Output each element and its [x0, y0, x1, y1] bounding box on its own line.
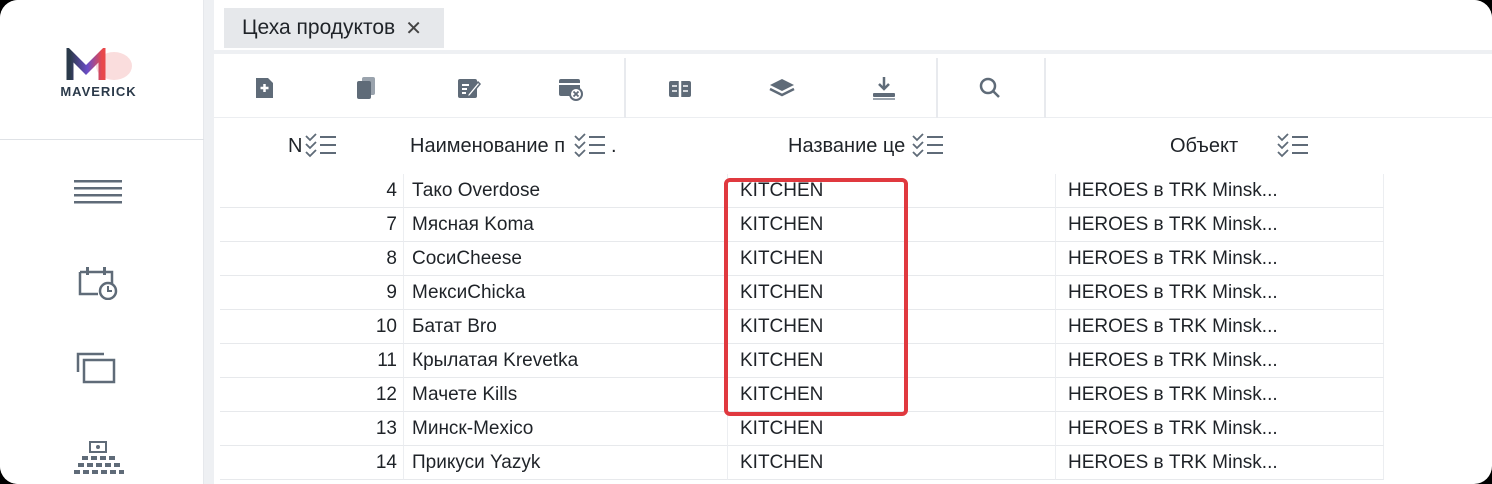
cell-name: Мясная Koma — [404, 208, 728, 242]
table-row[interactable]: 9 МексиChicka KITCHEN HEROES в TRK Minsk… — [214, 276, 1492, 310]
cell-object: HEROES в TRK Minsk... — [1056, 446, 1384, 480]
table-row[interactable]: 4 Тако Overdose KITCHEN HEROES в TRK Min… — [214, 174, 1492, 208]
cell-n: 4 — [220, 174, 404, 208]
import-icon — [873, 77, 895, 100]
cell-name: Минск-Mexico — [404, 412, 728, 446]
grid-header: N Наименование п . Название це Объект — [214, 118, 1492, 174]
copy-icon — [357, 77, 375, 99]
cell-shop: KITCHEN — [728, 276, 1056, 310]
filter-icon[interactable] — [302, 131, 340, 161]
toolbar-separator — [936, 58, 938, 118]
cell-n: 13 — [220, 412, 404, 446]
cell-object: HEROES в TRK Minsk... — [1056, 174, 1384, 208]
search-button[interactable] — [970, 68, 1010, 108]
column-label: N — [288, 134, 303, 157]
close-icon[interactable]: ✕ — [405, 16, 422, 41]
cell-object: HEROES в TRK Minsk... — [1056, 412, 1384, 446]
cell-n: 14 — [220, 446, 404, 480]
import-button[interactable] — [864, 68, 904, 108]
cell-name: Тако Overdose — [404, 174, 728, 208]
cell-name: Прикуси Yazyk — [404, 446, 728, 480]
cell-object: HEROES в TRK Minsk... — [1056, 276, 1384, 310]
cell-object: HEROES в TRK Minsk... — [1056, 242, 1384, 276]
app-window: MAVERICK Цеха продуктов ✕ N Наименование… — [0, 0, 1492, 484]
brand-name: MAVERICK — [60, 84, 137, 99]
layers-button[interactable] — [762, 68, 802, 108]
truncation-dot: . — [611, 134, 617, 157]
cell-object: HEROES в TRK Minsk... — [1056, 378, 1384, 412]
cell-object: HEROES в TRK Minsk... — [1056, 310, 1384, 344]
tab-bar: Цеха продуктов ✕ — [214, 0, 1492, 54]
toolbar — [214, 58, 1492, 118]
table-row[interactable]: 8 СосиCheese KITCHEN HEROES в TRK Minsk.… — [214, 242, 1492, 276]
toolbar-separator — [624, 58, 626, 118]
logo[interactable]: MAVERICK — [0, 0, 204, 140]
cell-shop: KITCHEN — [728, 446, 1056, 480]
maverick-logo-icon — [66, 48, 132, 80]
hierarchy-icon[interactable] — [70, 438, 126, 478]
cell-shop: KITCHEN — [728, 310, 1056, 344]
tab-product-shops[interactable]: Цеха продуктов ✕ — [224, 8, 444, 48]
filter-icon[interactable] — [1274, 131, 1312, 161]
column-header-shop[interactable]: Название це — [788, 118, 947, 174]
column-label: Название це — [788, 134, 906, 157]
cell-n: 12 — [220, 378, 404, 412]
cell-shop: KITCHEN — [728, 378, 1056, 412]
cell-object: HEROES в TRK Minsk... — [1056, 208, 1384, 242]
toolbar-separator — [1044, 58, 1046, 118]
table-row[interactable]: 12 Мачете Kills KITCHEN HEROES в TRK Min… — [214, 378, 1492, 412]
table-row[interactable]: 14 Прикуси Yazyk KITCHEN HEROES в TRK Mi… — [214, 446, 1492, 480]
delete-card-button[interactable] — [550, 68, 590, 108]
table-row[interactable]: 11 Крылатая Krevetka KITCHEN HEROES в TR… — [214, 344, 1492, 378]
columns-button[interactable] — [660, 68, 700, 108]
cell-shop: KITCHEN — [728, 412, 1056, 446]
table-row[interactable]: 13 Минск-Mexico KITCHEN HEROES в TRK Min… — [214, 412, 1492, 446]
cell-shop: KITCHEN — [728, 242, 1056, 276]
sidebar-divider — [204, 0, 214, 484]
table-row[interactable]: 10 Батат Bro KITCHEN HEROES в TRK Minsk.… — [214, 310, 1492, 344]
delete-card-icon — [559, 79, 583, 101]
column-label: Объект — [1170, 134, 1239, 157]
cell-n: 11 — [220, 344, 404, 378]
column-header-name[interactable]: Наименование п . — [410, 118, 617, 174]
add-document-button[interactable] — [244, 68, 284, 108]
edit-icon — [458, 79, 482, 99]
filter-icon[interactable] — [909, 131, 947, 161]
cell-n: 8 — [220, 242, 404, 276]
grid-body: 4 Тако Overdose KITCHEN HEROES в TRK Min… — [214, 174, 1492, 484]
filter-icon[interactable] — [571, 131, 609, 161]
column-header-n[interactable]: N — [288, 118, 340, 174]
cell-n: 7 — [220, 208, 404, 242]
copy-button[interactable] — [346, 68, 386, 108]
cell-object: HEROES в TRK Minsk... — [1056, 344, 1384, 378]
sidebar: MAVERICK — [0, 0, 204, 484]
cell-name: МексиChicka — [404, 276, 728, 310]
cell-name: СосиCheese — [404, 242, 728, 276]
columns-icon — [669, 78, 691, 100]
edit-button[interactable] — [448, 68, 488, 108]
cell-name: Крылатая Krevetka — [404, 344, 728, 378]
cell-n: 9 — [220, 276, 404, 310]
cell-name: Мачете Kills — [404, 378, 728, 412]
column-label: Наименование п — [410, 134, 566, 157]
search-icon — [979, 77, 1000, 98]
calendar-clock-icon[interactable] — [70, 260, 126, 300]
cell-name: Батат Bro — [404, 310, 728, 344]
table-row[interactable]: 7 Мясная Koma KITCHEN HEROES в TRK Minsk… — [214, 208, 1492, 242]
cell-n: 10 — [220, 310, 404, 344]
cell-shop: KITCHEN — [728, 208, 1056, 242]
add-document-icon — [256, 78, 273, 98]
hamburger-menu-icon[interactable] — [70, 172, 126, 212]
layers-icon — [769, 79, 795, 97]
windows-icon[interactable] — [70, 348, 126, 388]
cell-shop: KITCHEN — [728, 344, 1056, 378]
tab-label: Цеха продуктов — [242, 16, 396, 39]
cell-shop: KITCHEN — [728, 174, 1056, 208]
column-header-object[interactable]: Объект — [1170, 118, 1312, 174]
